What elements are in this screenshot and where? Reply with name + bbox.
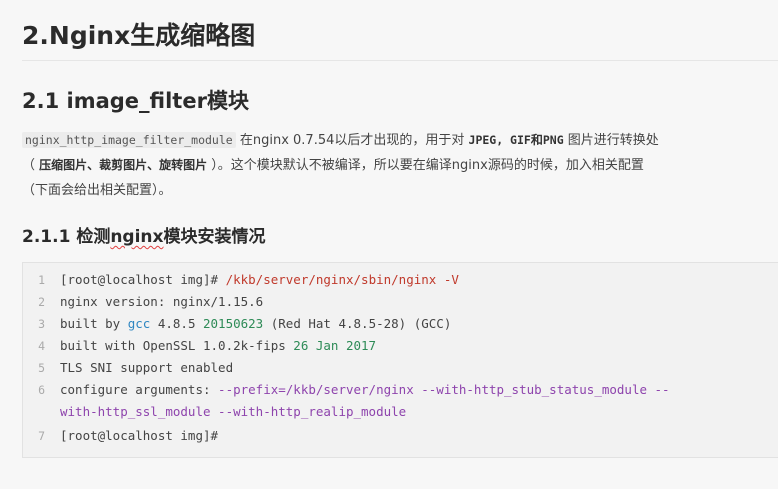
document-page: 2.Nginx生成缩略图 2.1 image_filter模块 nginx_ht… bbox=[0, 0, 778, 489]
code-keyword: gcc bbox=[127, 316, 151, 331]
code-number: 20150623 bbox=[203, 316, 264, 331]
code-text: [root@localhost img]# /kkb/server/nginx/… bbox=[60, 269, 459, 291]
code-text: [root@localhost img]# bbox=[60, 428, 219, 443]
paragraph-text: ）。这个模块默认不被编译，所以要在编译nginx源码的时候，加入相关配置 bbox=[207, 158, 644, 173]
code-text: nginx version: nginx/1.15.6 bbox=[60, 294, 264, 309]
paragraph-text: （下面会给出相关配置）。 bbox=[22, 183, 172, 198]
line-number: 1 bbox=[38, 273, 45, 287]
paragraph-text: （ bbox=[22, 158, 40, 173]
page-title: 2.Nginx生成缩略图 bbox=[22, 21, 256, 50]
intro-paragraph: nginx_http_image_filter_module 在nginx 0.… bbox=[22, 128, 778, 203]
format-and: 和 bbox=[530, 133, 543, 147]
code-text: configure arguments: --prefix=/kkb/serve… bbox=[60, 379, 670, 401]
paragraph-text: 图片进行转换处 bbox=[563, 133, 659, 148]
line-number: 5 bbox=[38, 361, 45, 375]
title-divider bbox=[22, 60, 778, 61]
code-segment: 4.8.5 bbox=[150, 316, 203, 331]
command-path: /kkb/server/nginx/sbin/nginx -V bbox=[225, 272, 459, 287]
section-heading: 2.1 image_filter模块 bbox=[22, 89, 249, 113]
line-number: 3 bbox=[38, 317, 45, 331]
code-text: built with OpenSSL 1.0.2k-fips 26 Jan 20… bbox=[60, 335, 376, 357]
code-segment: built by bbox=[60, 316, 128, 331]
code-args: --prefix=/kkb/server/nginx --with-http_s… bbox=[218, 382, 670, 397]
operations-list: 压缩图片、裁剪图片、旋转图片 bbox=[39, 158, 208, 172]
paragraph-line-1: nginx_http_image_filter_module 在nginx 0.… bbox=[22, 128, 778, 153]
paragraph-line-2: （ 压缩图片、裁剪图片、旋转图片 ）。这个模块默认不被编译，所以要在编译ngin… bbox=[22, 153, 778, 178]
format-png: PNG bbox=[542, 133, 564, 147]
code-args: with-http_ssl_module --with-http_realip_… bbox=[60, 404, 407, 419]
code-text: TLS SNI support enabled bbox=[60, 360, 234, 375]
format-jpeg-gif: JPEG, GIF bbox=[468, 133, 531, 147]
code-text: built by gcc 4.8.5 20150623 (Red Hat 4.8… bbox=[60, 313, 451, 335]
line-number: 4 bbox=[38, 339, 45, 353]
code-block[interactable]: 1 [root@localhost img]# /kkb/server/ngin… bbox=[22, 262, 778, 458]
paragraph-text: 在nginx 0.7.54以后才出现的，用于对 bbox=[235, 133, 469, 148]
line-number: 2 bbox=[38, 295, 45, 309]
subsection-heading: 2.1.1 检测nginx模块安装情况 bbox=[22, 222, 266, 247]
subsection-suffix: 模块安装情况 bbox=[163, 227, 266, 247]
code-segment: built with OpenSSL 1.0.2k-fips bbox=[60, 338, 294, 353]
spellcheck-word: nginx bbox=[110, 227, 164, 247]
line-number: 6 bbox=[38, 383, 45, 397]
code-segment: (Red Hat 4.8.5-28) (GCC) bbox=[263, 316, 452, 331]
line-number: 7 bbox=[38, 429, 45, 443]
shell-prompt: [root@localhost img]# bbox=[60, 272, 226, 287]
code-number: 26 Jan 2017 bbox=[293, 338, 377, 353]
subsection-prefix: 2.1.1 检测 bbox=[22, 227, 111, 247]
module-name-code: nginx_http_image_filter_module bbox=[22, 132, 236, 148]
paragraph-line-3: （下面会给出相关配置）。 bbox=[22, 178, 778, 203]
code-segment: configure arguments: bbox=[60, 382, 219, 397]
